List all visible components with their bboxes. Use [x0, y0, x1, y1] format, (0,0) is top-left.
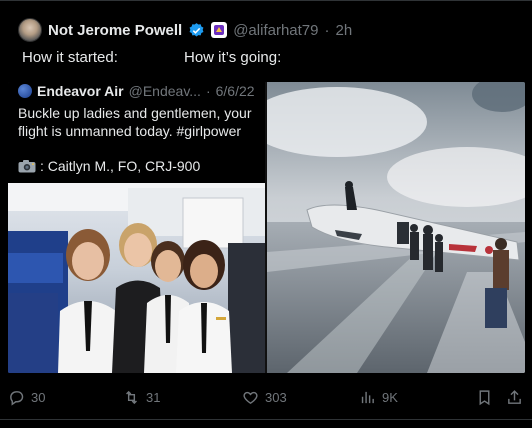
- media-grid[interactable]: Endeavor Air @Endeav... · 6/6/22 Buckle …: [8, 82, 525, 373]
- like-icon: [243, 391, 258, 404]
- affiliate-badge-icon[interactable]: [211, 22, 228, 38]
- separator-dot: ·: [324, 21, 330, 39]
- crew-photo: [8, 183, 265, 373]
- tweet-header: Not Jerome Powell @alifarhat79 · 2h: [18, 17, 352, 43]
- crash-photo: [267, 82, 525, 373]
- quoted-date: 6/6/22: [215, 83, 255, 99]
- reply-count: 30: [31, 389, 46, 405]
- handle[interactable]: @alifarhat79: [233, 22, 318, 39]
- views-button[interactable]: 9K: [359, 385, 398, 409]
- views-icon: [361, 391, 374, 403]
- tweet-card[interactable]: Not Jerome Powell @alifarhat79 · 2h How …: [0, 0, 532, 428]
- like-button[interactable]: 303: [242, 385, 287, 409]
- quoted-tweet-header: Endeavor Air @Endeav... · 6/6/22: [18, 82, 255, 100]
- timestamp[interactable]: 2h: [335, 22, 352, 39]
- avatar[interactable]: [18, 18, 42, 42]
- tweet-text-going: How it’s going:: [184, 49, 282, 66]
- quoted-signature: : Caitlyn M., FO, CRJ-900: [18, 158, 200, 174]
- bookmark-icon: [479, 389, 490, 405]
- tweet-actions: 30 31 303 9K: [0, 385, 532, 409]
- quoted-name: Endeavor Air: [37, 83, 124, 99]
- share-button[interactable]: [506, 385, 523, 409]
- quoted-separator: ·: [205, 83, 211, 99]
- reply-icon: [10, 390, 24, 406]
- verified-badge-icon: [189, 22, 204, 37]
- retweet-button[interactable]: 31: [123, 385, 160, 409]
- endeavor-logo-icon: [18, 84, 32, 98]
- divider: [0, 419, 532, 428]
- camera-icon: [18, 160, 36, 173]
- share-icon: [508, 389, 521, 404]
- tweet-text-started: How it started:: [22, 49, 118, 66]
- retweet-count: 31: [146, 389, 161, 405]
- display-name[interactable]: Not Jerome Powell: [48, 22, 182, 39]
- retweet-icon: [126, 390, 137, 404]
- quoted-body: Buckle up ladies and gentlemen, your fli…: [18, 105, 252, 139]
- signature-text: : Caitlyn M., FO, CRJ-900: [40, 158, 201, 174]
- reply-button[interactable]: 30: [8, 385, 45, 409]
- quoted-tweet-screenshot[interactable]: Endeavor Air @Endeav... · 6/6/22 Buckle …: [8, 82, 265, 373]
- quoted-handle: @Endeav...: [128, 83, 201, 99]
- views-count: 9K: [382, 389, 398, 405]
- like-count: 303: [265, 389, 287, 405]
- bookmark-button[interactable]: [476, 385, 493, 409]
